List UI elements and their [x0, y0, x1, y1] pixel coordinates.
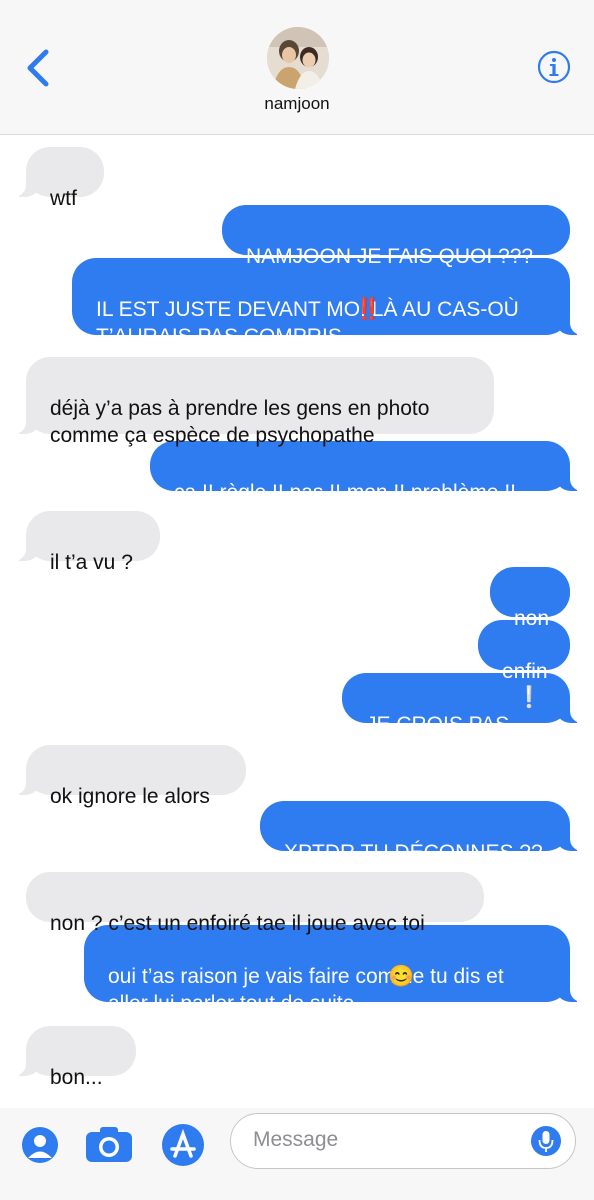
- message-bubble-incoming[interactable]: wtf: [14, 147, 104, 210]
- message-text: NAMJOON JE FAIS QUOI ???: [246, 245, 534, 268]
- camera-icon[interactable]: [84, 1124, 134, 1164]
- message-text: non ? c’est un enfoiré tae il joue avec …: [50, 912, 425, 935]
- message-bubble-incoming[interactable]: ok ignore le alors: [14, 745, 246, 808]
- app-store-icon[interactable]: [160, 1122, 206, 1168]
- mic-icon[interactable]: [531, 1124, 561, 1158]
- message-bubble-outgoing[interactable]: non: [490, 567, 570, 630]
- message-bubble-incoming[interactable]: bon...: [14, 1026, 136, 1089]
- message-text: non: [514, 607, 550, 630]
- message-bubble-incoming[interactable]: déjà y’a pas à prendre les gens en photo…: [14, 357, 494, 447]
- contact-name[interactable]: namjoon: [0, 94, 594, 114]
- message-text: enfin: [502, 660, 548, 683]
- message-text: XPTDR TU DÉCONNES ??: [284, 841, 543, 864]
- message-text: ça !! règle !! pas !! mon !! problème !!: [174, 481, 516, 504]
- message-bubble-incoming[interactable]: il t’a vu ?: [14, 511, 160, 574]
- contact-icon[interactable]: [20, 1125, 60, 1165]
- message-text: déjà y’a pas à prendre les gens en photo…: [50, 397, 430, 447]
- message-text: wtf: [50, 187, 77, 210]
- contact-avatar[interactable]: [267, 27, 329, 89]
- conversation-header: namjoon: [0, 0, 594, 135]
- smiling-face-emoji: 😊: [388, 965, 415, 988]
- message-bubble-outgoing[interactable]: NAMJOON JE FAIS QUOI ???: [222, 205, 570, 268]
- exclamation-emoji: ❕: [516, 686, 543, 709]
- double-exclamation-emoji: ‼️: [355, 298, 382, 321]
- message-bubble-outgoing[interactable]: oui t’as raison je vais faire comme tu d…: [84, 925, 582, 1015]
- message-bubble-outgoing[interactable]: XPTDR TU DÉCONNES ??: [260, 801, 582, 864]
- avatar-photo: [267, 27, 329, 89]
- message-input-placeholder: Message: [253, 1128, 339, 1151]
- back-chevron-icon[interactable]: [22, 46, 58, 90]
- info-icon[interactable]: [537, 50, 571, 84]
- message-text: JE CROIS PAS: [366, 713, 510, 736]
- message-text: ok ignore le alors: [50, 785, 210, 808]
- message-bubble-incoming[interactable]: non ? c’est un enfoiré tae il joue avec …: [26, 872, 484, 935]
- message-text: oui t’as raison je vais faire comme tu d…: [108, 965, 504, 1015]
- message-bubble-outgoing[interactable]: ça !! règle !! pas !! mon !! problème !!: [150, 441, 582, 504]
- message-text: il t’a vu ?: [50, 551, 133, 574]
- message-bubble-outgoing[interactable]: IL EST JUSTE DEVANT MOI LÀ AU CAS-OÙ T’A…: [72, 258, 582, 348]
- message-text: bon...: [50, 1066, 103, 1089]
- message-text: IL EST JUSTE DEVANT MOI LÀ AU CAS-OÙ T’A…: [96, 298, 519, 348]
- message-input[interactable]: Message: [230, 1113, 576, 1169]
